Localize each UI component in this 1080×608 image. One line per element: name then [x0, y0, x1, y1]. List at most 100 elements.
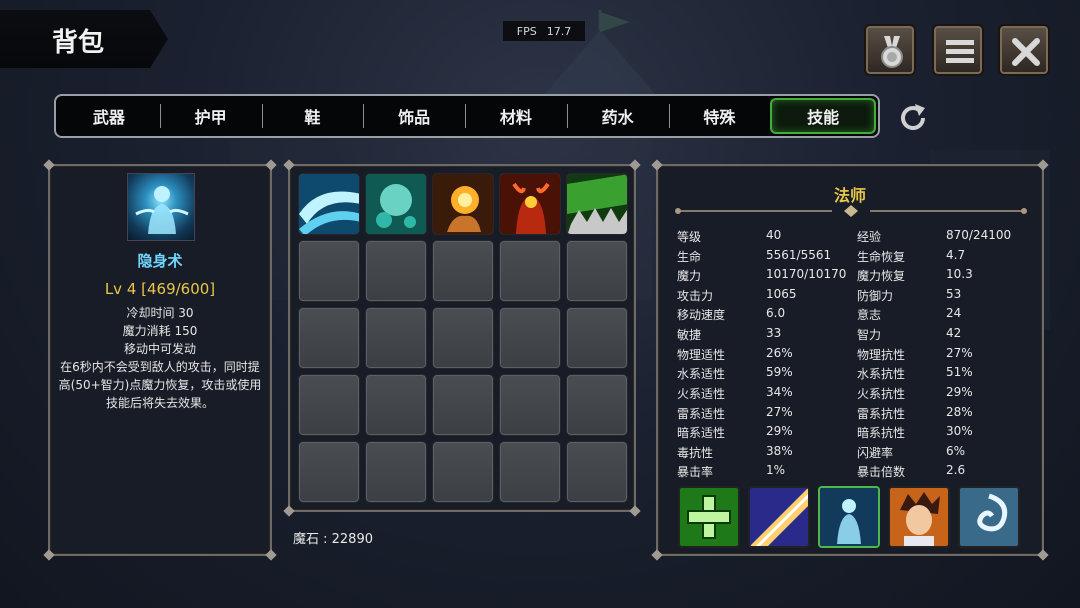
- inventory-slot-empty[interactable]: [365, 374, 427, 436]
- inventory-slot-empty[interactable]: [298, 441, 360, 503]
- tab-accessories[interactable]: 饰品: [363, 98, 465, 134]
- fps-value: 17.7: [546, 24, 572, 38]
- equipped-skill-slot[interactable]: [958, 486, 1020, 548]
- equipped-skill-slot-selected[interactable]: [818, 486, 880, 548]
- inventory-slot-empty[interactable]: [365, 240, 427, 302]
- stat-label: 水系抗性: [857, 367, 906, 381]
- tab-shoes[interactable]: 鞋: [261, 98, 364, 134]
- stat-value: 34%: [766, 385, 793, 399]
- refresh-icon: [901, 104, 925, 130]
- skill-description: 在6秒内不会受到敌人的攻击，同时提高(50+智力)点魔力恢复，攻击或使用技能后将…: [58, 360, 262, 410]
- inventory-slot-empty[interactable]: [432, 240, 494, 302]
- page-title: 背包: [52, 28, 105, 58]
- stat-value: 29%: [766, 424, 793, 438]
- stat-label: 魔力恢复: [857, 269, 906, 283]
- skill-detail-panel: 隐身术 Lv 4 [469/600] 冷却时间 30 魔力消耗 150 移动中可…: [43, 159, 277, 561]
- menu-icon: [946, 40, 974, 63]
- stat-value: 1%: [766, 463, 786, 477]
- inventory-slot-empty[interactable]: [499, 374, 561, 436]
- inventory-slot-empty[interactable]: [566, 307, 628, 369]
- tab-weapons[interactable]: 武器: [58, 98, 160, 134]
- inventory-slot[interactable]: [432, 173, 494, 235]
- inventory-slot-empty[interactable]: [365, 307, 427, 369]
- inventory-slot-empty[interactable]: [298, 240, 360, 302]
- stat-label: 防御力: [857, 289, 894, 303]
- tab-armor[interactable]: 护甲: [159, 98, 262, 134]
- inventory-slot[interactable]: [298, 173, 360, 235]
- stat-label: 雷系抗性: [857, 407, 906, 421]
- stat-label: 移动速度: [677, 308, 726, 322]
- water-wave-skill-icon: [299, 174, 359, 234]
- stat-value: 51%: [946, 365, 973, 379]
- fps-counter: FPS 17.7: [502, 20, 586, 42]
- stat-label: 攻击力: [677, 289, 714, 303]
- stat-value: 27%: [766, 405, 793, 419]
- inventory-slot-empty[interactable]: [499, 307, 561, 369]
- stat-label: 物理抗性: [857, 348, 906, 362]
- medal-icon: [881, 36, 903, 68]
- refresh-button[interactable]: [893, 98, 933, 138]
- achievement-button[interactable]: [864, 24, 916, 76]
- demon-skill-icon: [500, 174, 560, 234]
- stat-label: 魔力: [677, 269, 702, 283]
- inventory-slot-empty[interactable]: [298, 374, 360, 436]
- inventory-slot-empty[interactable]: [499, 240, 561, 302]
- stat-value: 24: [946, 306, 962, 320]
- skill-movable: 移动中可发动: [123, 342, 196, 356]
- stat-value: 26%: [766, 346, 793, 360]
- stat-value: 5561/5561: [766, 248, 832, 262]
- stat-value: 6%: [946, 444, 966, 458]
- stat-label: 火系抗性: [857, 387, 906, 401]
- inventory-slot-empty[interactable]: [432, 374, 494, 436]
- inventory-slot-empty[interactable]: [566, 441, 628, 503]
- stat-label: 暗系适性: [677, 426, 726, 440]
- hero-portrait-icon: [890, 488, 948, 546]
- stat-label: 毒抗性: [677, 446, 714, 460]
- inventory-slot-empty[interactable]: [432, 441, 494, 503]
- stat-label: 暴击率: [677, 465, 714, 479]
- inventory-slot-empty[interactable]: [298, 307, 360, 369]
- character-stats-panel: 法师 等级 40 生命 5561/5561 魔力 10170/10170 攻击力…: [651, 159, 1049, 561]
- stat-value: 42: [946, 326, 962, 340]
- tab-special[interactable]: 特殊: [668, 98, 771, 134]
- stat-value: 33: [766, 326, 782, 340]
- stat-label: 智力: [857, 328, 882, 342]
- stealth-skill-icon: [127, 173, 195, 241]
- inventory-slot-empty[interactable]: [432, 307, 494, 369]
- magic-stone-currency: 魔石 : 22890: [293, 532, 373, 547]
- stat-label: 经验: [857, 230, 882, 244]
- stat-value: 4.7: [946, 248, 966, 262]
- skill-mana-cost: 魔力消耗 150: [122, 324, 198, 338]
- stat-label: 暴击倍数: [857, 465, 906, 479]
- inventory-slot-empty[interactable]: [566, 374, 628, 436]
- tab-skills[interactable]: 技能: [770, 98, 876, 134]
- equipped-skill-slot[interactable]: [888, 486, 950, 548]
- inventory-panel: [283, 159, 641, 517]
- inventory-slot[interactable]: [499, 173, 561, 235]
- menu-button[interactable]: [932, 24, 984, 76]
- tab-potions[interactable]: 药水: [566, 98, 669, 134]
- inventory-slot-empty[interactable]: [365, 441, 427, 503]
- stat-label: 水系适性: [677, 367, 726, 381]
- skill-level: Lv 4 [469/600]: [104, 280, 216, 298]
- stat-value: 38%: [766, 444, 793, 458]
- stat-label: 火系适性: [677, 387, 726, 401]
- fps-label: FPS: [516, 24, 537, 38]
- stat-value: 28%: [946, 405, 973, 419]
- equipped-skill-slot[interactable]: [678, 486, 740, 548]
- inventory-slot[interactable]: [365, 173, 427, 235]
- light-beam-icon: [750, 488, 808, 546]
- tab-materials[interactable]: 材料: [465, 98, 567, 134]
- equipped-skill-slot[interactable]: [748, 486, 810, 548]
- stat-value: 10170/10170: [766, 267, 847, 281]
- stat-value: 6.0: [766, 306, 786, 320]
- inventory-slot-empty[interactable]: [499, 441, 561, 503]
- close-button[interactable]: [998, 24, 1050, 76]
- ice-burst-skill-icon: [366, 174, 426, 234]
- inventory-slot[interactable]: [566, 173, 628, 235]
- category-tab-bar: 武器 护甲 鞋 饰品 材料 药水 特殊 技能: [54, 94, 880, 138]
- inventory-slot-empty[interactable]: [566, 240, 628, 302]
- stealth-figure-icon: [820, 488, 878, 546]
- skill-cooldown: 冷却时间 30: [126, 306, 194, 320]
- stat-label: 雷系适性: [677, 407, 726, 421]
